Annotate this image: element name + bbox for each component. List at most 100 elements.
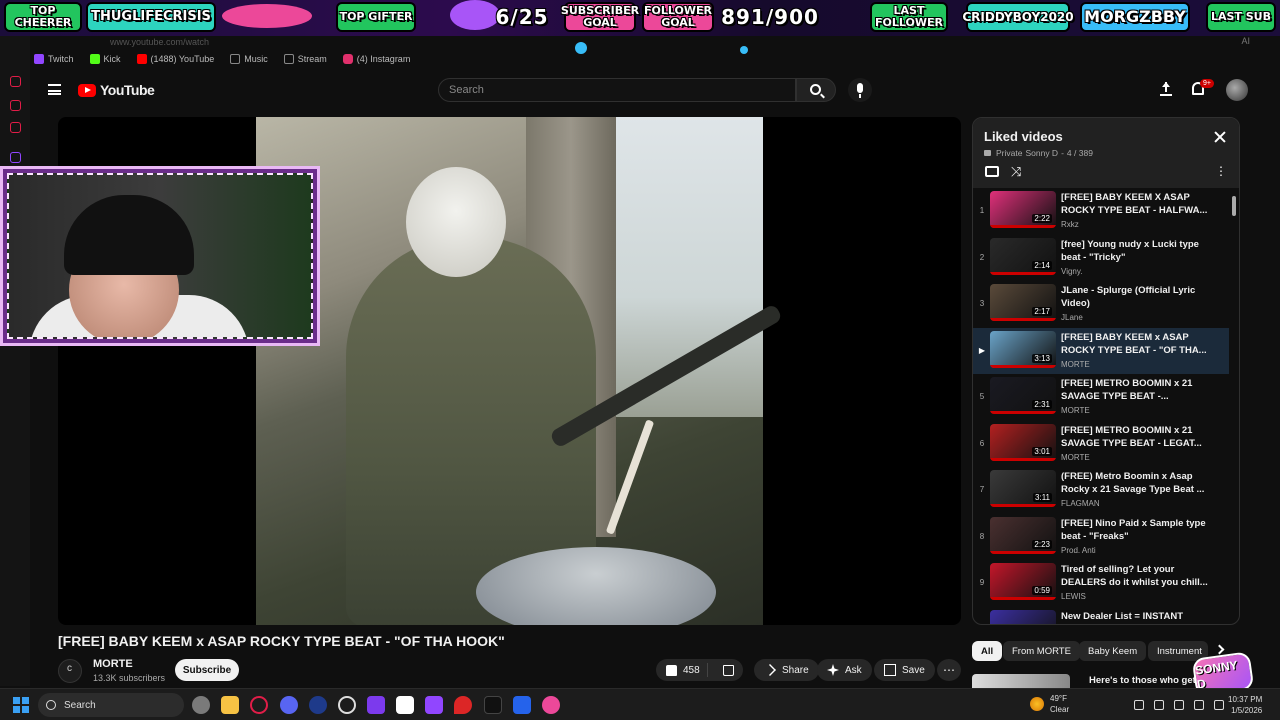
- playlist-item[interactable]: 7 3:11 (FREE) Metro Boomin x Asap Rocky x …: [973, 467, 1229, 513]
- share-button[interactable]: Share: [754, 659, 819, 681]
- playlist-item[interactable]: 3 2:17 JLane - Splurge (Official Lyric Vid…: [973, 281, 1229, 327]
- last-sub-label: LAST SUB: [1206, 2, 1276, 32]
- more-actions-button[interactable]: ⋯: [937, 659, 961, 681]
- playlist-title[interactable]: Liked videos: [984, 129, 1063, 144]
- playlist-owner[interactable]: Sonny D: [1025, 148, 1058, 158]
- url-text[interactable]: www.youtube.com/watch: [110, 37, 209, 47]
- volume-icon[interactable]: [1194, 700, 1204, 710]
- obs-icon[interactable]: [338, 696, 356, 714]
- bookmark-youtube[interactable]: (1488) YouTube: [136, 54, 214, 64]
- bookmark-kick[interactable]: Kick: [89, 54, 121, 64]
- playlist-item-index: 3: [979, 299, 985, 308]
- playlist-item-thumbnail[interactable]: 3:13: [990, 330, 1056, 368]
- search-input[interactable]: Search: [438, 78, 796, 102]
- grid-app-icon[interactable]: [367, 696, 385, 714]
- playlist-item[interactable]: 6 3:01 [FREE] METRO BOOMIN x 21 SAVAGE TYP…: [973, 421, 1229, 467]
- loop-icon[interactable]: [985, 166, 999, 177]
- weather-moon-icon: [1030, 697, 1044, 711]
- playlist-item-thumbnail[interactable]: 2:14: [990, 237, 1056, 275]
- watched-progress-bar: [990, 364, 1056, 368]
- channel-name[interactable]: MORTE: [93, 658, 133, 670]
- dislike-button[interactable]: [714, 664, 743, 676]
- bookmark-stream[interactable]: Stream: [283, 54, 327, 64]
- sidebar-app-icon[interactable]: [10, 76, 21, 87]
- opera-browser-icon[interactable]: [250, 696, 268, 714]
- windows-start-icon[interactable]: [13, 697, 29, 713]
- file-explorer-icon[interactable]: [221, 696, 239, 714]
- youtube-logo[interactable]: YouTube: [78, 82, 155, 98]
- playlist-item[interactable]: 10 New Dealer List = INSTANT: [973, 607, 1229, 624]
- playlist-item-thumbnail[interactable]: 2:23: [990, 516, 1056, 554]
- duration-badge: 3:13: [1032, 353, 1052, 363]
- playlist-item-channel: FLAGMAN: [1061, 499, 1100, 508]
- playlist-item-thumbnail[interactable]: 0:59: [990, 563, 1056, 600]
- save-button[interactable]: Save: [874, 659, 935, 681]
- scrollbar[interactable]: [1232, 196, 1236, 216]
- next-video-thumbnail[interactable]: [972, 674, 1070, 688]
- channel-avatar[interactable]: [58, 659, 82, 683]
- playlist-panel: Liked videos Private Sonny D - 4 / 389 ⤨…: [972, 117, 1240, 625]
- twitch-icon[interactable]: [10, 152, 21, 163]
- close-icon[interactable]: [1213, 130, 1227, 144]
- playlist-item-index: 5: [979, 392, 985, 401]
- battery-icon[interactable]: [1214, 700, 1224, 710]
- playlist-item[interactable]: 9 0:59 Tired of selling? Let your DEALERS …: [973, 560, 1229, 606]
- voice-search-icon[interactable]: [848, 78, 872, 102]
- playlist-item-channel: LEWIS: [1061, 592, 1086, 601]
- twitch-icon: [34, 54, 44, 64]
- search-button[interactable]: [796, 78, 836, 102]
- chip-all[interactable]: All: [972, 641, 1003, 661]
- taskbar-search[interactable]: Search: [38, 693, 184, 717]
- sidebar-app-icon[interactable]: [10, 100, 21, 111]
- chevron-right-icon[interactable]: [1214, 644, 1225, 655]
- app-icon[interactable]: [309, 696, 327, 714]
- playlist-item-thumbnail[interactable]: 2:22: [990, 191, 1056, 228]
- chevron-up-icon[interactable]: [1134, 700, 1144, 710]
- app-icon[interactable]: [484, 696, 502, 714]
- address-bar[interactable]: www.youtube.com/watch AI: [30, 36, 1280, 50]
- capcut-icon[interactable]: [396, 696, 414, 714]
- music-app-icon[interactable]: [542, 696, 560, 714]
- map-pin-icon[interactable]: [454, 696, 472, 714]
- playlist-item[interactable]: 2 2:14 [free] Young nudy x Lucki type beat…: [973, 235, 1229, 281]
- ask-button[interactable]: Ask: [817, 659, 872, 681]
- weather-widget[interactable]: 49°F Clear: [1030, 693, 1069, 715]
- ai-button[interactable]: AI: [1241, 36, 1250, 46]
- upload-icon[interactable]: [1160, 82, 1172, 96]
- bookmark-twitch[interactable]: Twitch: [34, 54, 74, 64]
- playlist-item-thumbnail[interactable]: 2:31: [990, 377, 1056, 414]
- discord-icon[interactable]: [280, 696, 298, 714]
- settings-app-icon[interactable]: [192, 696, 210, 714]
- playlist-item[interactable]: 8 2:23 [FREE] Nino Paid x Sample type beat…: [973, 514, 1229, 560]
- taskbar-search-label: Search: [64, 699, 96, 711]
- avatar[interactable]: [1226, 79, 1248, 101]
- clock[interactable]: 10:37 PM 1/5/2026: [1228, 694, 1262, 716]
- playlist-item[interactable]: ▶ 3:13 [FREE] BABY KEEM x ASAP ROCKY TYPE …: [973, 327, 1229, 374]
- playlist-item[interactable]: 5 2:31 [FREE] METRO BOOMIN x 21 SAVAGE TYP…: [973, 374, 1229, 420]
- playlist-item-text: [FREE] METRO BOOMIN x 21 SAVAGE TYPE BEA…: [1061, 424, 1221, 462]
- menu-icon[interactable]: [48, 84, 61, 95]
- wifi-icon[interactable]: [1174, 700, 1184, 710]
- app-icon[interactable]: [513, 696, 531, 714]
- like-button[interactable]: 458: [656, 663, 709, 677]
- playlist-position: 4 / 389: [1066, 148, 1093, 158]
- bookmark-instagram[interactable]: (4) Instagram: [342, 54, 410, 64]
- playlist-item-thumbnail[interactable]: 2:17: [990, 284, 1056, 321]
- chip-baby-keem[interactable]: Baby Keem: [1079, 641, 1147, 661]
- twitch-icon[interactable]: [425, 696, 443, 714]
- chip-from-channel[interactable]: From MORTE: [1003, 641, 1080, 661]
- playlist-item[interactable]: 1 2:22 [FREE] BABY KEEM X ASAP ROCKY TYPE …: [973, 188, 1229, 234]
- playlist-item-thumbnail[interactable]: 3:11: [990, 470, 1056, 507]
- video-title: [FREE] BABY KEEM x ASAP ROCKY TYPE BEAT …: [58, 633, 505, 649]
- bookmark-music[interactable]: Music: [230, 54, 268, 64]
- playlist-item-thumbnail[interactable]: 3:01: [990, 423, 1056, 461]
- playlist-item-title: JLane - Splurge (Official Lyric Video): [1061, 285, 1196, 309]
- shuffle-icon[interactable]: ⤨: [1011, 164, 1021, 180]
- playlist-item-thumbnail[interactable]: [990, 609, 1056, 624]
- tray-app-icon[interactable]: [1154, 700, 1164, 710]
- subscribe-button[interactable]: Subscribe: [175, 659, 239, 681]
- playlist-item-index: 6: [979, 438, 985, 448]
- sidebar-app-icon[interactable]: [10, 122, 21, 133]
- next-video-title[interactable]: Here's to those who get at: [1089, 675, 1199, 686]
- more-vert-icon[interactable]: ⋮: [1215, 164, 1227, 178]
